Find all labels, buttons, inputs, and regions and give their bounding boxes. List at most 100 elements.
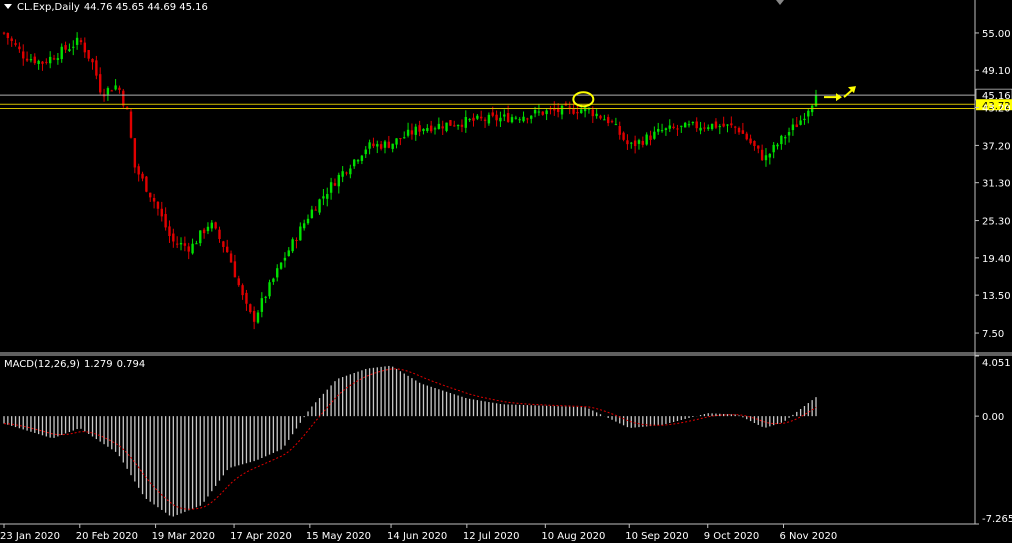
- candle-body: [87, 50, 90, 59]
- candle-body: [610, 121, 614, 123]
- time-axis-label: 23 Jan 2020: [0, 531, 60, 542]
- candle-body: [233, 261, 237, 278]
- symbol-dropdown-icon[interactable]: [4, 4, 12, 9]
- candle-body: [468, 119, 471, 121]
- price-axis-label: 55.00: [982, 29, 1011, 40]
- candle-body: [591, 109, 594, 117]
- candle-body: [703, 127, 706, 129]
- candle-body: [52, 58, 56, 60]
- candle-body: [395, 138, 398, 145]
- candle-body: [807, 110, 810, 117]
- candle-body: [733, 126, 737, 128]
- candle-body: [649, 135, 652, 140]
- candle-body: [249, 304, 252, 313]
- candle-body: [730, 123, 733, 126]
- candle-body: [187, 246, 190, 252]
- candle-body: [695, 121, 698, 129]
- candle-body: [664, 128, 668, 130]
- candle-body: [18, 46, 21, 50]
- candle-body: [399, 138, 402, 140]
- chart-shift-marker-icon[interactable]: [776, 0, 784, 5]
- candle-body: [41, 61, 44, 64]
- candle-body: [803, 118, 806, 121]
- candle-body: [768, 153, 772, 158]
- candle-body: [449, 120, 452, 126]
- macd-header: MACD(12,26,9) 1.279 0.794: [4, 359, 149, 370]
- candle-body: [787, 132, 791, 136]
- macd-label[interactable]: MACD(12,26,9): [4, 359, 80, 370]
- candle-body: [214, 222, 217, 229]
- candle-body: [472, 117, 475, 121]
- candle-body: [237, 278, 240, 286]
- candle-body: [456, 125, 460, 127]
- candle-body: [141, 173, 144, 179]
- candle-body: [503, 114, 506, 117]
- price-axis-label: 37.20: [982, 141, 1011, 152]
- price-axis-label: 25.30: [982, 217, 1011, 228]
- candle-body: [445, 122, 448, 131]
- candle-body: [741, 130, 745, 134]
- price-axis-label: 7.50: [982, 329, 1004, 340]
- candle-body: [791, 124, 795, 131]
- candle-body: [680, 125, 683, 127]
- chart-axes: 55.00 49.10 43.20 37.20 31.30 25.30 19.40 13.50…: [0, 0, 1012, 542]
- candle-body: [352, 159, 356, 167]
- candle-body: [91, 58, 94, 63]
- candle-body: [660, 130, 664, 132]
- candle-body: [149, 192, 152, 198]
- candle-body: [241, 285, 244, 296]
- candle-body: [422, 128, 425, 132]
- symbol-label[interactable]: CL.Exp,Daily: [17, 2, 80, 13]
- candle-body: [645, 134, 648, 145]
- price-axis-label: 19.40: [982, 254, 1011, 265]
- time-axis-label: 19 Mar 2020: [152, 531, 215, 542]
- candle-body: [710, 123, 714, 130]
- candle-body: [537, 111, 541, 113]
- time-axis-label: 6 Nov 2020: [780, 531, 838, 542]
- candle-body: [630, 142, 633, 144]
- candle-body: [745, 133, 748, 140]
- candle-body: [276, 268, 279, 278]
- candle-body: [356, 160, 360, 162]
- candle-body: [279, 262, 283, 269]
- candle-body: [152, 197, 156, 202]
- candle-body: [122, 90, 125, 106]
- candle-body: [379, 144, 383, 149]
- candle-body: [757, 145, 760, 149]
- candle-body: [780, 135, 783, 145]
- candle-body: [749, 138, 752, 144]
- time-axis-label: 10 Sep 2020: [625, 531, 688, 542]
- chart-canvas[interactable]: 45.1643.72 55.00 49.10 43.20 37.20 31.30 25.3…: [0, 0, 1012, 543]
- candle-body: [414, 126, 417, 135]
- macd-axis-label: 4.051: [982, 358, 1011, 369]
- candle-body: [33, 56, 36, 64]
- candle-body: [406, 129, 410, 136]
- candle-body: [560, 105, 564, 115]
- candle-body: [145, 176, 148, 192]
- candle-body: [606, 117, 610, 124]
- time-axis-label: 15 May 2020: [306, 531, 371, 542]
- candle-body: [784, 137, 787, 139]
- candle-body: [345, 172, 348, 174]
- candle-body: [287, 250, 290, 257]
- candle-body: [14, 43, 17, 45]
- candle-body: [314, 209, 317, 211]
- candle-body: [291, 239, 294, 252]
- candle-body: [37, 60, 40, 64]
- candle-body: [572, 108, 575, 114]
- candle-body: [333, 183, 337, 186]
- candle-body: [310, 209, 314, 219]
- candle-body: [387, 141, 391, 148]
- candle-body: [202, 229, 206, 234]
- candle-body: [556, 108, 560, 112]
- candle-body: [272, 278, 275, 282]
- candle-body: [437, 123, 441, 129]
- candle-body: [499, 117, 502, 122]
- candle-body: [657, 128, 660, 132]
- candle-body: [637, 140, 641, 144]
- price-candles: [2, 31, 818, 330]
- candle-body: [460, 124, 464, 127]
- time-axis-label: 12 Jul 2020: [463, 531, 520, 542]
- candle-body: [429, 125, 433, 132]
- candle-body: [510, 117, 514, 123]
